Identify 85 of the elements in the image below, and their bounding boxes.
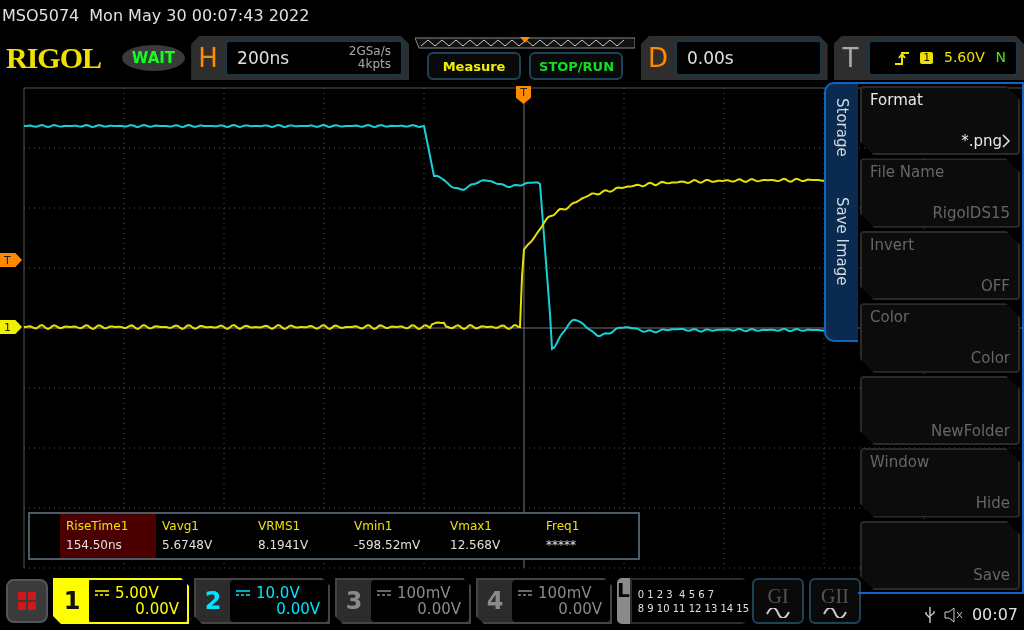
menu-item-value: OFF [980,277,1010,295]
channel-scale: 100mV [538,584,592,601]
logic-tile[interactable]: L 0 1 2 3 4 5 6 7 8 9 10 11 12 13 14 15 [617,578,747,624]
channel-number: 1 [55,580,89,622]
logic-channels: 8 9 10 11 12 13 14 15 [637,602,750,614]
delay-panel[interactable]: D 0.00s [641,36,828,80]
measurement-value: 12.568V [450,539,502,553]
measurement-item[interactable]: Vavg1 5.6748V [156,514,252,558]
measurement-item[interactable]: Vmin1 -598.52mV [348,514,444,558]
trigger-position-marker[interactable]: T [516,86,531,104]
sample-rate: 2GSa/s [348,44,391,58]
logic-channels: 0 1 2 3 4 5 6 7 [637,588,716,600]
mute-icon [943,607,964,623]
brand-logo: RIGOL [6,41,103,75]
measurement-label: Freq1 [546,519,581,533]
trigger-level-marker[interactable]: T [0,253,22,267]
dc-coupling-icon [377,588,391,597]
menu-item-value: RigolDS15 [932,205,1010,222]
measurement-value: 154.50ns [66,539,123,553]
date-time: Mon May 30 00:07:43 2022 [89,7,310,25]
rising-edge-icon [893,50,910,66]
measurement-item[interactable]: Freq1 ***** [540,514,636,558]
channel-tile[interactable]: 1 5.00V 0.00V [53,578,189,624]
menu-item[interactable]: Format *.png [860,86,1020,156]
stop-run-button[interactable]: STOP/RUN [529,52,623,80]
channel-offset: 0.00V [135,601,179,618]
menu-button[interactable] [6,579,48,623]
channel-tile[interactable]: 3 100mV 0.00V [335,578,471,624]
menu-item-value: Color [970,350,1010,367]
menu-title: Save Image [833,196,851,286]
delay-value: 0.00s [687,48,734,68]
measurement-label: RiseTime1 [66,519,130,533]
measurement-value: 5.6748V [162,539,214,553]
measurement-label: Vavg1 [162,519,200,533]
measurement-value: -598.52mV [354,539,422,553]
menu-item-value: Hide [975,495,1010,512]
dc-coupling-icon [518,588,532,597]
measurement-value: 8.1941V [258,539,310,553]
memory-depth: 4kpts [357,58,391,72]
channel-offset-marker[interactable]: 1 [0,320,22,334]
channel-number: 3 [344,586,364,617]
chevron-right-icon [1002,134,1010,149]
timebase-value: 200ns [237,48,290,68]
sine-wave-icon [823,607,847,618]
trigger-sweep: N [995,50,1006,66]
channel-offset: 0.00V [276,601,320,618]
menu-item-label: Window [870,454,931,471]
measurement-item[interactable]: Vmax1 12.568V [444,514,540,558]
channel-offset: 0.00V [417,601,461,618]
trigger-source: 1 [920,51,934,65]
model-name: MSO5074 [2,7,80,25]
measure-button[interactable]: Measure [427,52,521,80]
menu-item-value: Save [973,567,1010,584]
usb-icon [923,606,936,624]
menu-item-label: File Name [870,164,946,181]
channel-offset: 0.00V [558,601,602,618]
horizontal-panel[interactable]: H 200ns 2GSa/s 4kpts [191,36,409,80]
grid-menu-icon [17,591,37,611]
measurement-label: Vmin1 [354,519,394,533]
trigger-panel[interactable]: T 1 5.60V N [833,36,1024,80]
channel-scale: 5.00V [115,584,159,601]
measurement-value: ***** [546,539,577,553]
menu-item-label: Format [870,92,924,109]
channel-scale: 100mV [397,584,451,601]
dc-coupling-icon [95,588,109,597]
channel-number: 4 [485,586,505,617]
dc-coupling-icon [236,588,250,597]
channel-scale: 10.0V [256,584,300,601]
measurement-item[interactable]: RiseTime1 154.50ns [60,514,156,558]
menu-title: Storage [833,98,851,157]
sine-wave-icon [766,607,790,618]
menu-item-value: NewFolder [930,422,1010,440]
channel-tile[interactable]: 2 10.0V 0.00V [194,578,330,624]
measurement-item[interactable]: VRMS1 8.1941V [252,514,348,558]
run-status: WAIT [121,45,186,71]
menu-item-label: Invert [870,236,916,254]
clock-time: 00:07 [971,606,1018,624]
trigger-level: 5.60V [944,50,985,66]
menu-item-value: *.png [961,132,1002,150]
menu-item-label: Color [870,309,911,326]
channel-number: 2 [203,586,223,617]
logic-label: L [617,578,630,624]
measurement-label: Vmax1 [450,519,493,533]
measurement-label: VRMS1 [258,519,302,533]
channel-tile[interactable]: 4 100mV 0.00V [476,578,612,624]
